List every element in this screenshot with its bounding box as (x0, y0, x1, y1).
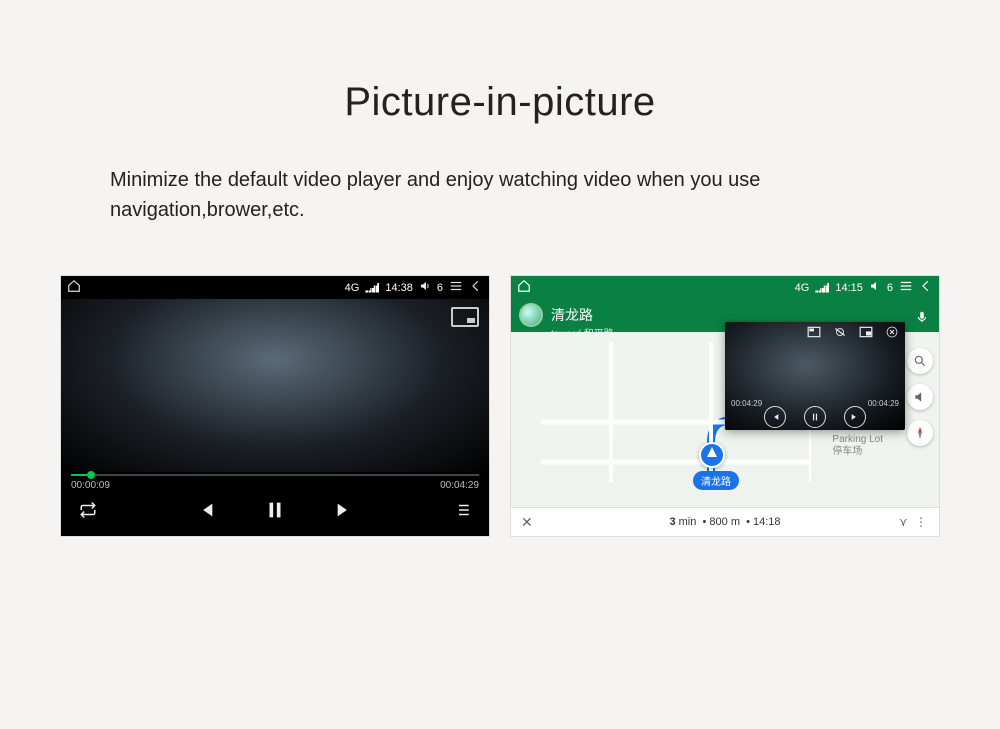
pip-video-overlay[interactable]: 00:04:29 00:04:29 (725, 322, 905, 430)
minimize-icon[interactable] (831, 325, 849, 339)
back-icon[interactable] (919, 279, 933, 296)
pip-pause-icon[interactable] (804, 406, 826, 428)
clock: 14:15 (835, 282, 863, 294)
pip-window-icon[interactable] (857, 325, 875, 339)
sound-icon[interactable] (907, 384, 933, 410)
temperature: 6 (887, 282, 893, 294)
eta-text: 3 min • 800 m • 14:18 (669, 516, 780, 528)
pip-toggle-icon[interactable] (451, 307, 479, 327)
menu-icon[interactable] (449, 279, 463, 296)
seek-bar[interactable] (71, 472, 479, 478)
close-navigation-icon[interactable]: ✕ (521, 514, 533, 531)
page-description: Minimize the default video player and en… (110, 165, 870, 225)
record-indicator (519, 303, 543, 327)
pip-next-icon[interactable] (844, 406, 866, 428)
volume-icon (419, 280, 431, 295)
signal-icon (815, 283, 829, 293)
video-frame[interactable] (61, 299, 489, 472)
network-label: 4G (795, 282, 810, 294)
pip-previous-icon[interactable] (764, 406, 786, 428)
destination-pin[interactable]: 清龙路 (693, 471, 739, 490)
network-label: 4G (345, 282, 360, 294)
search-icon[interactable] (907, 348, 933, 374)
android-status-bar: 4G 14:38 6 (61, 276, 489, 299)
page-title: Picture-in-picture (60, 80, 940, 125)
next-icon[interactable] (334, 499, 356, 526)
poi-parking[interactable]: Parking Lot 停车场 (832, 434, 883, 458)
eta-bar[interactable]: ✕ 3 min • 800 m • 14:18 ⋎ ⋮ (511, 507, 939, 536)
compass-icon[interactable] (907, 420, 933, 446)
home-icon[interactable] (517, 279, 531, 296)
voice-search-icon[interactable] (909, 304, 935, 330)
screenshot-video-player: 4G 14:38 6 (60, 275, 490, 537)
pause-icon[interactable] (264, 499, 286, 526)
back-icon[interactable] (469, 279, 483, 296)
playlist-icon[interactable] (453, 501, 471, 524)
clock: 14:38 (385, 282, 413, 294)
previous-icon[interactable] (194, 499, 216, 526)
close-icon[interactable] (883, 325, 901, 339)
android-status-bar: 4G 14:15 6 (511, 276, 939, 299)
repeat-icon[interactable] (79, 501, 97, 524)
screenshot-map-pip: 4G 14:15 6 (510, 275, 940, 537)
menu-icon[interactable] (899, 279, 913, 296)
time-elapsed: 00:00:09 (71, 480, 110, 491)
current-location-icon (699, 442, 725, 468)
route-options-icon[interactable]: ⋎ ⋮ (899, 515, 929, 529)
temperature: 6 (437, 282, 443, 294)
expand-icon[interactable] (805, 325, 823, 339)
signal-icon (365, 283, 379, 293)
time-total: 00:04:29 (440, 480, 479, 491)
home-icon[interactable] (67, 279, 81, 296)
volume-icon (869, 280, 881, 295)
